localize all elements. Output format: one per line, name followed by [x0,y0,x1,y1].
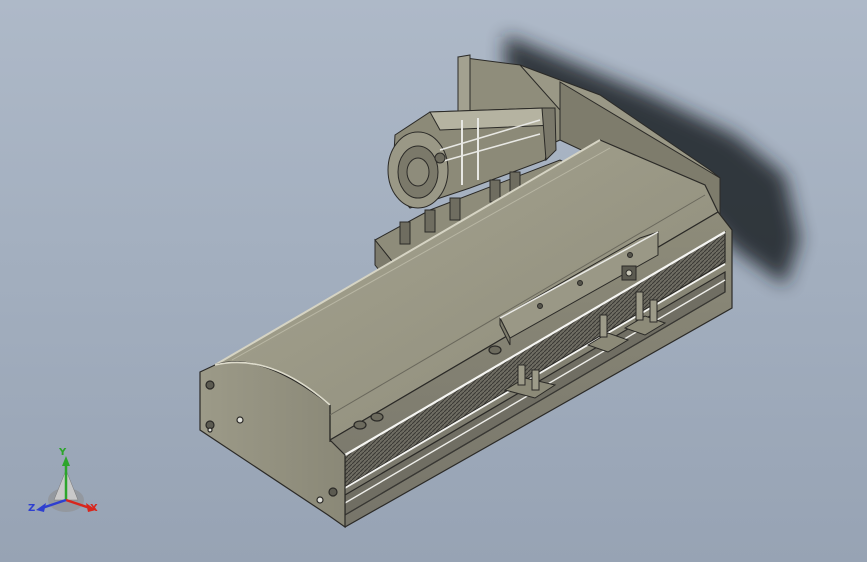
axis-triad-graphic [36,456,96,512]
model-viewport[interactable]: Y X Z [0,0,867,562]
z-axis-arrow [36,503,46,512]
linear-actuator-model[interactable] [0,0,867,562]
z-axis-label: Z [28,503,36,514]
y-axis-label: Y [59,447,67,458]
x-axis-label: X [90,503,98,514]
orientation-triad: Y X Z [28,448,108,528]
